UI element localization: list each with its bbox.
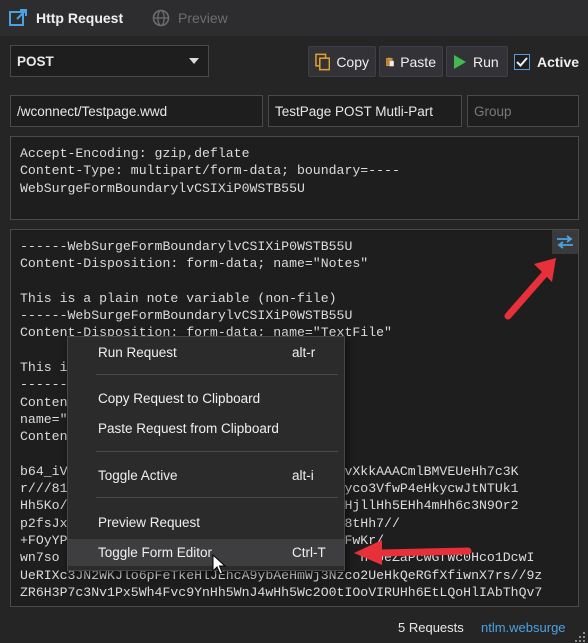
run-button[interactable]: Run — [446, 46, 508, 77]
menu-item-preview-request[interactable]: Preview Request — [68, 509, 344, 536]
status-bar: 5 Requests ntlm.websurge — [0, 611, 588, 643]
tab-http-request[interactable]: Http Request — [8, 6, 123, 30]
checkmark-icon — [516, 57, 528, 67]
url-input-value: /wconnect/Testpage.wwd — [17, 103, 168, 119]
request-name-input[interactable]: TestPage POST Mutli-Part — [268, 95, 462, 127]
copy-icon — [315, 53, 331, 70]
menu-separator — [96, 374, 338, 375]
group-input[interactable]: Group — [467, 95, 579, 127]
request-name-value: TestPage POST Mutli-Part — [275, 103, 434, 119]
menu-item-shortcut: alt-r — [292, 345, 316, 360]
annotation-arrow-icon — [504, 258, 556, 320]
swap-arrows-icon — [557, 235, 573, 249]
chevron-down-icon — [189, 58, 199, 64]
http-method-select[interactable]: POST — [10, 45, 209, 77]
menu-item-label: Paste Request from Clipboard — [98, 421, 279, 436]
menu-item-label: Copy Request to Clipboard — [98, 391, 261, 406]
menu-item-shortcut: alt-i — [292, 468, 314, 483]
headers-editor[interactable]: Accept-Encoding: gzip,deflate Content-Ty… — [10, 136, 579, 220]
tab-http-request-label: Http Request — [36, 10, 124, 26]
active-checkbox[interactable]: Active — [514, 53, 586, 71]
paste-button-label: Paste — [400, 53, 436, 70]
url-input[interactable]: /wconnect/Testpage.wwd — [10, 95, 263, 127]
body-line — [20, 273, 542, 290]
file-name-link[interactable]: ntlm.websurge — [481, 620, 566, 635]
menu-item-toggle-form-editor[interactable]: Toggle Form Editor Ctrl-T — [68, 539, 344, 566]
menu-item-run-request[interactable]: Run Request alt-r — [68, 339, 344, 366]
annotation-arrow-icon — [354, 540, 472, 565]
paste-icon — [386, 57, 394, 66]
body-line: ZR6H3P7c3Nv1Px5Wh4Fvc9YnHh5WnJ4wHh5Wc2O0… — [20, 584, 543, 600]
tab-preview[interactable]: Preview — [152, 6, 228, 30]
menu-item-label: Toggle Active — [98, 468, 178, 483]
menu-item-label: Run Request — [98, 345, 177, 360]
paste-button[interactable]: Paste — [379, 46, 443, 77]
active-label: Active — [537, 54, 580, 70]
body-line: ------WebSurgeFormBoundarylvCSIXiP0WSTB5… — [20, 239, 353, 254]
menu-item-toggle-active[interactable]: Toggle Active alt-i — [68, 462, 344, 489]
copy-button-label: Copy — [336, 53, 369, 70]
checkbox-box[interactable] — [514, 54, 530, 70]
headers-text: Accept-Encoding: gzip,deflate Content-Ty… — [20, 146, 400, 196]
body-line: ------WebSurgeFormBoundarylvCSIXiP0WSTB5… — [20, 308, 353, 324]
http-method-value: POST — [17, 53, 54, 69]
tab-preview-label: Preview — [178, 10, 228, 26]
menu-separator — [96, 451, 338, 452]
menu-item-copy-request[interactable]: Copy Request to Clipboard — [68, 385, 344, 412]
menu-item-shortcut: Ctrl-T — [292, 545, 326, 560]
external-link-icon — [9, 9, 27, 26]
globe-icon — [152, 9, 170, 27]
context-menu: Run Request alt-r Copy Request to Clipbo… — [67, 336, 345, 571]
menu-item-label: Toggle Form Editor — [98, 545, 213, 560]
tab-bar: Http Request Preview — [0, 0, 588, 36]
menu-separator — [96, 497, 338, 498]
body-line: Content-Disposition: form-data; name="No… — [20, 256, 369, 272]
menu-item-label: Preview Request — [98, 515, 201, 530]
mouse-cursor-icon — [212, 554, 226, 575]
menu-item-paste-request[interactable]: Paste Request from Clipboard — [68, 415, 344, 442]
resize-grip-icon[interactable] — [574, 631, 586, 643]
group-placeholder: Group — [474, 103, 512, 119]
request-count: 5 Requests — [398, 620, 464, 635]
run-button-label: Run — [473, 53, 499, 70]
play-icon — [454, 54, 466, 69]
body-line: This is a plain note variable (non-file) — [20, 290, 337, 306]
copy-button[interactable]: Copy — [308, 46, 376, 77]
